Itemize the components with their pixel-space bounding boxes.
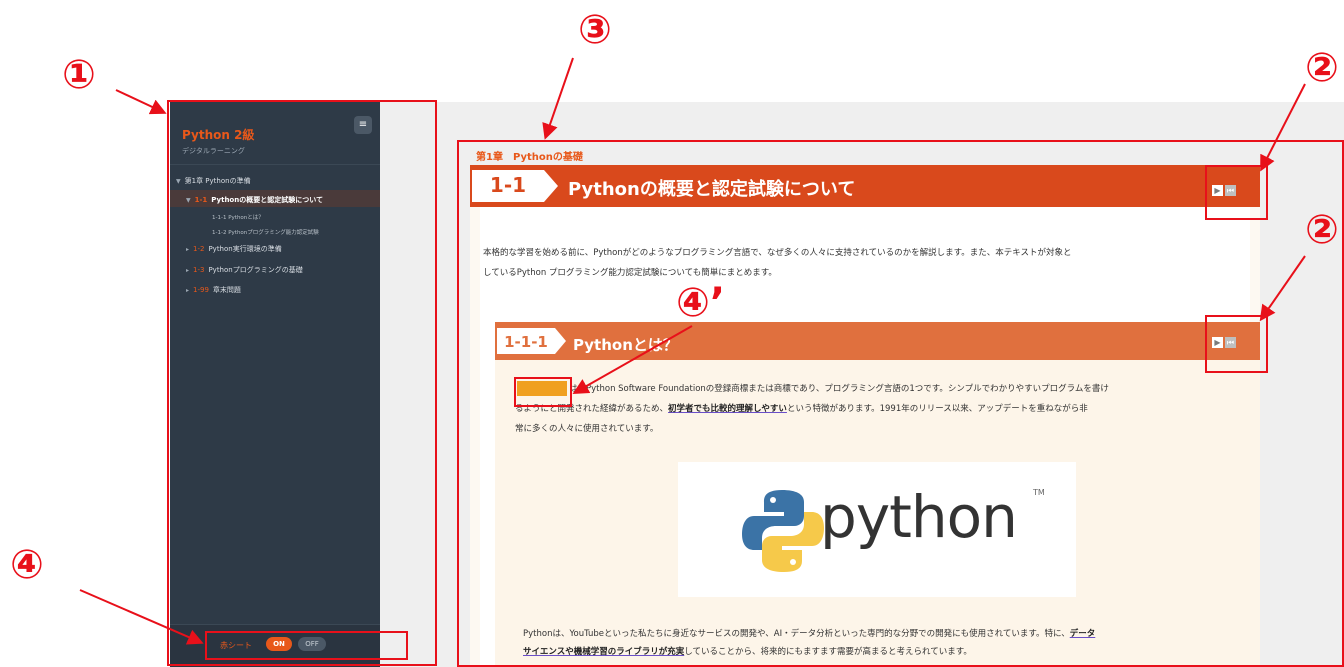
annotation-box-controls-2 [1205, 315, 1268, 373]
annotation-mark-1: ① [62, 52, 96, 98]
annotation-mark-4: ④ [10, 542, 44, 588]
annotation-mark-4-prime: ④’ [676, 280, 726, 326]
annotation-box-red-sheet [205, 631, 408, 660]
annotation-box-hidden-term [514, 377, 572, 407]
annotation-box-controls-1 [1205, 165, 1268, 220]
annotation-mark-3: ③ [578, 7, 612, 53]
annotation-mark-2a: ② [1305, 45, 1339, 91]
annotation-mark-2b: ② [1305, 207, 1339, 253]
annotation-box-sidebar [167, 100, 437, 666]
